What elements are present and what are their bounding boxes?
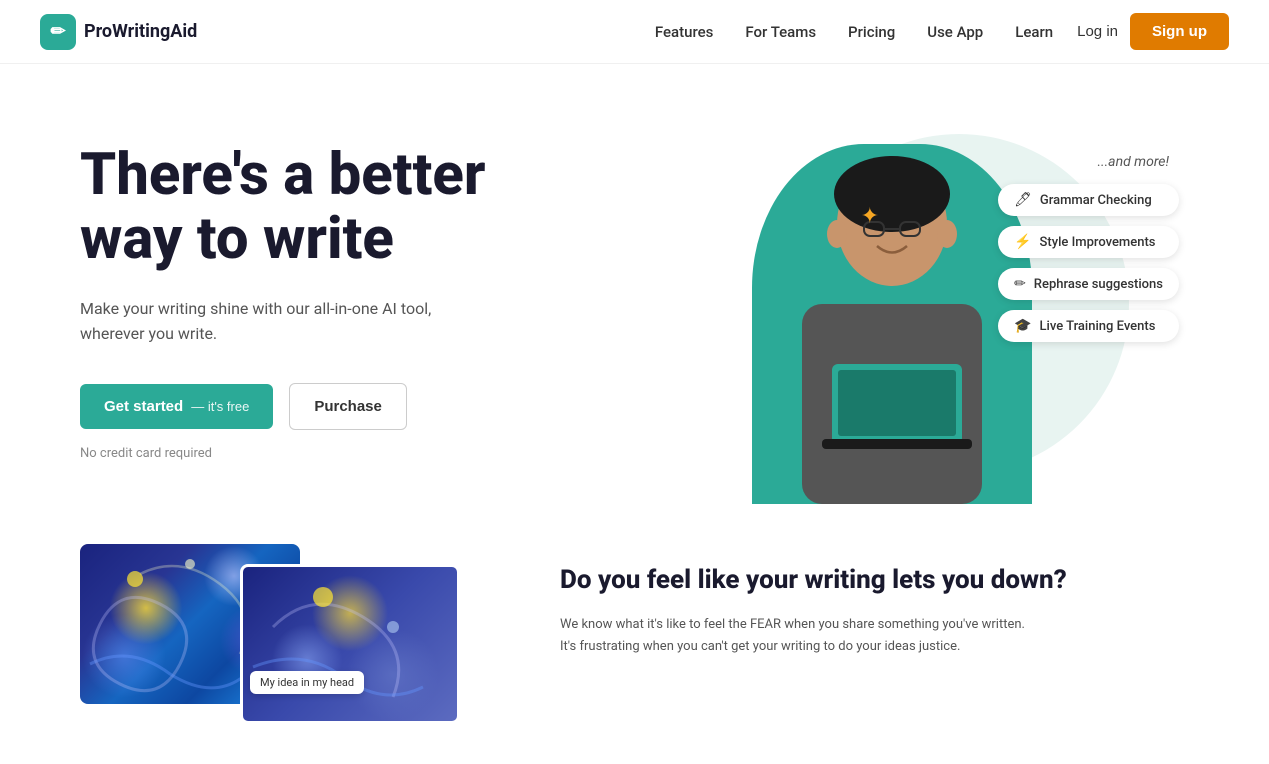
hero-section: There's a better way to write Make your … xyxy=(0,64,1269,544)
art-card-starry-night-2 xyxy=(240,564,460,724)
feature-chips: 🖊 Grammar Checking ⚡ Style Improvements … xyxy=(998,184,1179,342)
signup-button[interactable]: Sign up xyxy=(1130,13,1229,50)
hero-title: There's a better way to write xyxy=(80,144,635,272)
art-cards: My idea in my head xyxy=(80,544,500,724)
training-icon: 🎓 xyxy=(1014,318,1031,334)
lower-description: We know what it's like to feel the FEAR … xyxy=(560,614,1040,658)
chip-grammar: 🖊 Grammar Checking xyxy=(998,184,1179,216)
no-credit-card-text: No credit card required xyxy=(80,446,635,461)
nav-pricing[interactable]: Pricing xyxy=(848,23,895,41)
nav-links: Features For Teams Pricing Use App Learn xyxy=(655,22,1053,41)
logo-text: ProWritingAid xyxy=(84,21,197,42)
chip-style: ⚡ Style Improvements xyxy=(998,226,1179,258)
nav-learn[interactable]: Learn xyxy=(1015,23,1053,41)
nav-for-teams[interactable]: For Teams xyxy=(745,23,816,41)
person-illustration xyxy=(752,144,1032,504)
lower-content: Do you feel like your writing lets you d… xyxy=(500,544,1189,658)
chip-grammar-label: Grammar Checking xyxy=(1040,193,1152,208)
navbar: ✏ ProWritingAid Features For Teams Prici… xyxy=(0,0,1269,64)
get-started-button[interactable]: Get started — it's free xyxy=(80,384,273,429)
hero-buttons: Get started — it's free Purchase xyxy=(80,383,635,430)
art-section: My idea in my head xyxy=(80,544,500,724)
chip-training-label: Live Training Events xyxy=(1040,319,1156,334)
logo-icon: ✏ xyxy=(40,14,76,50)
get-started-label: Get started xyxy=(104,398,183,415)
chip-rephrase-label: Rephrase suggestions xyxy=(1034,277,1163,292)
chip-style-label: Style Improvements xyxy=(1040,235,1156,250)
free-tag: — it's free xyxy=(191,399,249,414)
lower-section: My idea in my head Do you feel like your… xyxy=(0,544,1269,764)
nav-features[interactable]: Features xyxy=(655,23,713,41)
style-icon: ⚡ xyxy=(1014,234,1031,250)
purchase-button[interactable]: Purchase xyxy=(289,383,407,430)
more-label: ...and more! xyxy=(1097,154,1169,170)
hero-content: There's a better way to write Make your … xyxy=(80,124,635,461)
chip-training: 🎓 Live Training Events xyxy=(998,310,1179,342)
star-icon: ✦ xyxy=(861,204,879,229)
logo-link[interactable]: ✏ ProWritingAid xyxy=(40,14,197,50)
grammar-icon: 🖊 xyxy=(1014,192,1032,208)
rephrase-icon: ✏ xyxy=(1014,276,1026,292)
lower-title: Do you feel like your writing lets you d… xyxy=(560,564,1189,598)
hero-subtitle: Make your writing shine with our all-in-… xyxy=(80,296,480,347)
hero-illustration: ...and more! ✦ xyxy=(635,124,1190,504)
idea-bubble: My idea in my head xyxy=(250,671,364,694)
login-button[interactable]: Log in xyxy=(1077,23,1118,40)
chip-rephrase: ✏ Rephrase suggestions xyxy=(998,268,1179,300)
nav-use-app[interactable]: Use App xyxy=(927,23,983,41)
